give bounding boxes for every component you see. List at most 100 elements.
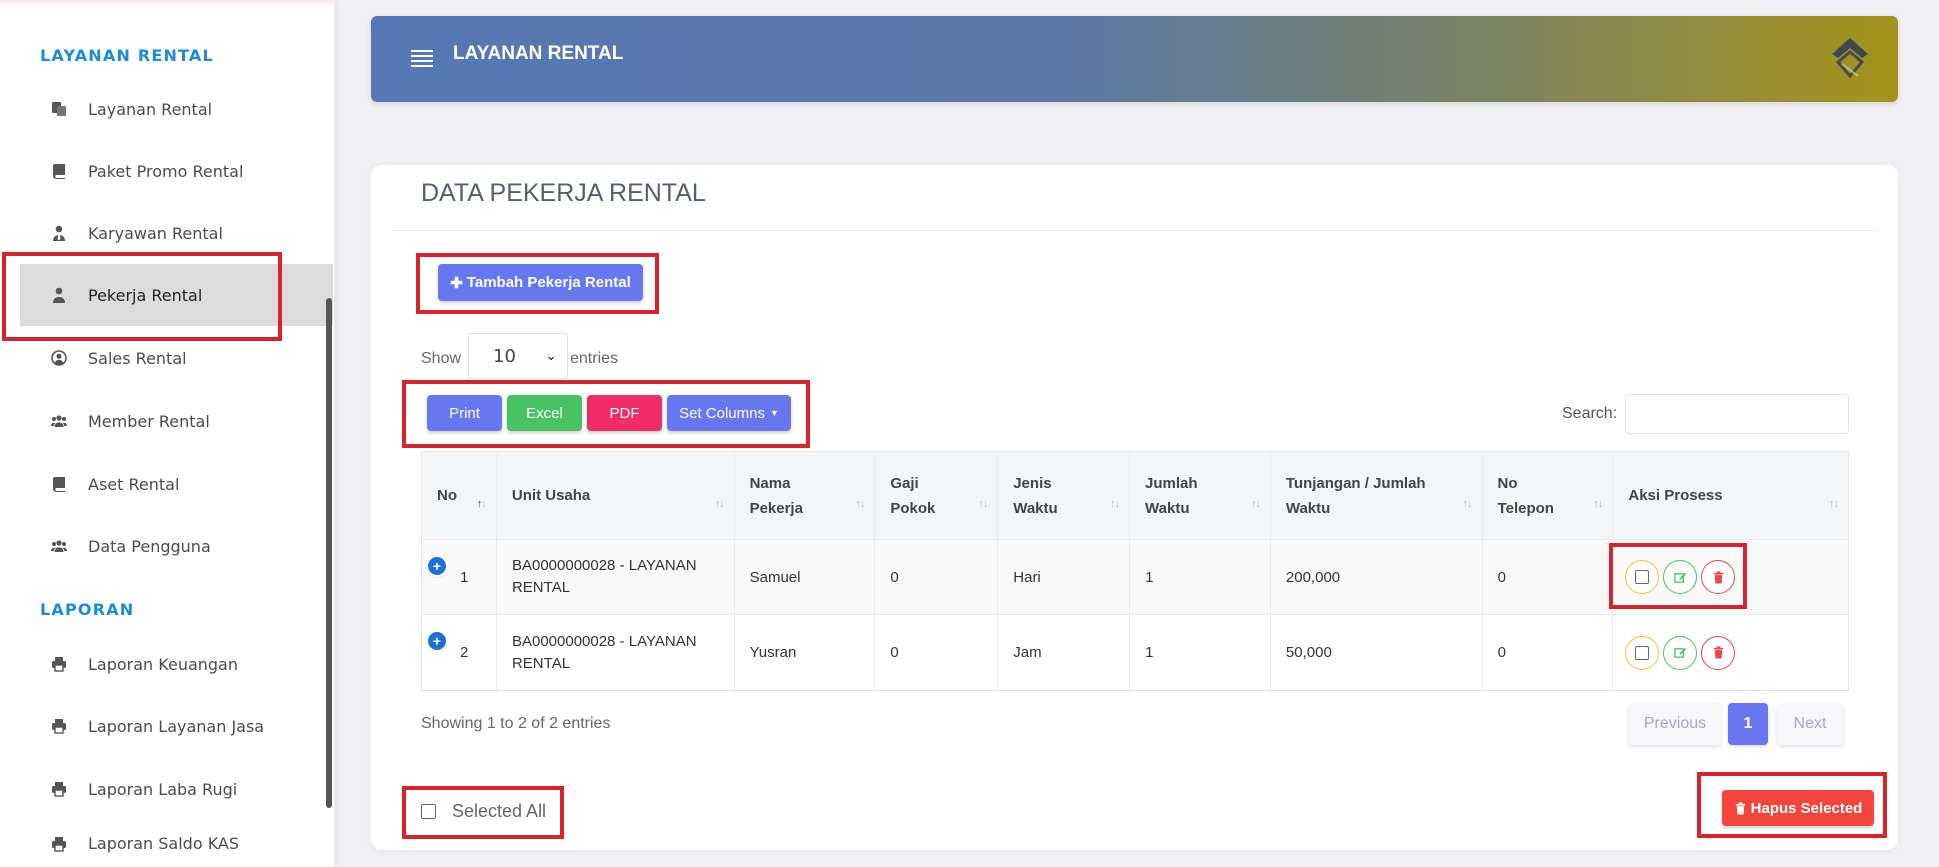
header-label: Aksi Prosess (1628, 487, 1723, 504)
column-header-no-telepon[interactable]: No Telepon ↑↓ (1483, 452, 1614, 539)
sidebar-item-label: Layanan Rental (88, 99, 213, 119)
sort-icon: ↑↓ (1593, 498, 1603, 510)
sort-icon: ↑↓ (1250, 498, 1261, 510)
sidebar-item-label: Laporan Laba Rugi (88, 779, 238, 799)
trash-icon (1713, 646, 1724, 659)
sidebar-item-laporan-saldo-kas[interactable]: Laporan Saldo KAS (20, 820, 333, 867)
sort-icon: ↑↓ (978, 498, 988, 510)
sort-icon: ↑↓ (1110, 498, 1120, 510)
sidebar-item-aset-rental[interactable]: Aset Rental (20, 453, 333, 515)
column-header-gaji-pokok[interactable]: Gaji Pokok ↑↓ (875, 452, 999, 539)
sidebar-item-layanan-rental[interactable]: Layanan Rental (20, 78, 333, 140)
column-header-unit-usaha[interactable]: Unit Usaha ↑↓ (497, 452, 735, 539)
highlight-box-select-all (402, 786, 564, 839)
sidebar: LAYANAN RENTAL Layanan Rental Paket Prom… (0, 0, 334, 867)
table-header-row: No ↑↓ Unit Usaha ↑↓ Nama Pekerja ↑↓ Gaji Poko… (422, 452, 1848, 540)
hamburger-menu-icon[interactable] (411, 50, 433, 67)
sidebar-item-label: Sales Rental (88, 348, 187, 368)
book-icon (50, 162, 68, 180)
header-label: Pokok (890, 499, 936, 517)
header-label: Telepon (1497, 499, 1554, 517)
page-title: DATA PEKERJA RENTAL (421, 179, 706, 207)
page-header: LAYANAN RENTAL (371, 16, 1898, 102)
sort-icon: ↑↓ (1829, 498, 1839, 510)
entries-select-value: 10 (493, 345, 516, 367)
print-icon (50, 780, 68, 798)
search-input[interactable] (1625, 394, 1849, 434)
column-header-no[interactable]: No ↑↓ (422, 452, 497, 539)
cell-no: +2 (422, 615, 497, 690)
delete-button[interactable] (1701, 635, 1736, 670)
header-label: Waktu (1013, 499, 1058, 517)
sidebar-item-label: Laporan Layanan Jasa (88, 716, 265, 736)
sort-asc-icon: ↑↓ (476, 498, 487, 510)
cell-actions (1613, 615, 1848, 690)
sort-icon: ↑↓ (714, 498, 725, 510)
search-label: Search: (1562, 405, 1618, 422)
cell-jenis: Jam (998, 615, 1131, 690)
users-icon (50, 412, 68, 430)
sidebar-item-data-pengguna[interactable]: Data Pengguna (20, 515, 333, 577)
pagination-next[interactable]: Next (1777, 703, 1843, 745)
column-header-jenis-waktu[interactable]: Jenis Waktu ↑↓ (998, 452, 1131, 539)
sidebar-item-member-rental[interactable]: Member Rental (20, 390, 333, 452)
entries-select[interactable]: 10 ⌄ (468, 333, 568, 379)
sidebar-item-laporan-keuangan[interactable]: Laporan Keuangan (20, 633, 333, 695)
edit-button[interactable] (1663, 635, 1698, 670)
sidebar-item-label: Aset Rental (88, 474, 180, 494)
column-header-nama-pekerja[interactable]: Nama Pekerja ↑↓ (735, 452, 876, 539)
cell-jenis: Hari (998, 540, 1131, 614)
column-header-aksi-prosess[interactable]: Aksi Prosess ↑↓ (1613, 452, 1848, 539)
sort-icon: ↑↓ (855, 498, 865, 510)
cell-jumlah: 1 (1130, 540, 1271, 614)
entries-label: entries (570, 350, 619, 367)
highlight-box-active-nav (2, 252, 282, 341)
row-select-checkbox[interactable] (1625, 635, 1660, 670)
cell-value: BA0000000028 - LAYANAN (511, 632, 697, 650)
sidebar-scrollbar[interactable] (326, 298, 332, 808)
column-header-tunjangan[interactable]: Tunjangan / Jumlah Waktu ↑↓ (1271, 452, 1483, 539)
users-icon (50, 537, 68, 555)
edit-icon (1674, 647, 1687, 658)
card-divider (391, 230, 1878, 231)
cell-value: RENTAL (511, 579, 571, 596)
header-label: Jumlah (1145, 474, 1198, 492)
sidebar-item-label: Laporan Saldo KAS (88, 834, 240, 853)
cell-value: 1 (460, 568, 469, 586)
sidebar-item-label: Paket Promo Rental (88, 161, 244, 181)
sidebar-item-label: Member Rental (88, 411, 210, 431)
sidebar-heading-laporan: LAPORAN (40, 600, 135, 619)
showing-entries-text: Showing 1 to 2 of 2 entries (421, 715, 611, 732)
header-label: Unit Usaha (511, 487, 591, 504)
sidebar-item-label: Data Pengguna (88, 536, 211, 556)
cell-unit-usaha: BA0000000028 - LAYANAN RENTAL (497, 540, 735, 614)
print-icon (50, 835, 68, 853)
cell-tunjangan: 50,000 (1271, 615, 1483, 690)
column-header-jumlah-waktu[interactable]: Jumlah Waktu ↑↓ (1130, 452, 1271, 539)
header-label: No (1497, 474, 1518, 492)
sidebar-top-line (0, 0, 334, 3)
copy-icon (50, 100, 68, 118)
cell-value: BA0000000028 - LAYANAN (511, 557, 697, 574)
cell-gaji: 0 (875, 615, 999, 690)
table-row: +2 BA0000000028 - LAYANAN RENTAL Yusran 0… (422, 615, 1848, 690)
sidebar-item-paket-promo-rental[interactable]: Paket Promo Rental (20, 140, 333, 202)
expand-row-plus-icon[interactable]: + (428, 632, 446, 650)
sidebar-item-laporan-laba-rugi[interactable]: Laporan Laba Rugi (20, 758, 333, 820)
cell-value: RENTAL (511, 654, 571, 672)
sidebar-item-label: Laporan Keuangan (88, 654, 238, 674)
highlight-box-delete-selected (1697, 772, 1887, 838)
cell-telepon: 0 (1483, 540, 1614, 614)
pagination-page-1[interactable]: 1 (1728, 703, 1768, 745)
header-label: Nama (749, 474, 791, 492)
expand-row-plus-icon[interactable]: + (428, 557, 446, 575)
header-label: Waktu (1285, 499, 1331, 517)
sidebar-item-label: Karyawan Rental (88, 223, 223, 243)
sidebar-heading-rental: LAYANAN RENTAL (40, 46, 214, 65)
highlight-box-row-actions (1609, 543, 1747, 609)
print-icon (50, 717, 68, 735)
sidebar-item-laporan-layanan-jasa[interactable]: Laporan Layanan Jasa (20, 695, 333, 757)
highlight-box-export-buttons (402, 380, 810, 448)
user-tie-icon (50, 224, 68, 242)
pagination-previous[interactable]: Previous (1629, 703, 1721, 745)
